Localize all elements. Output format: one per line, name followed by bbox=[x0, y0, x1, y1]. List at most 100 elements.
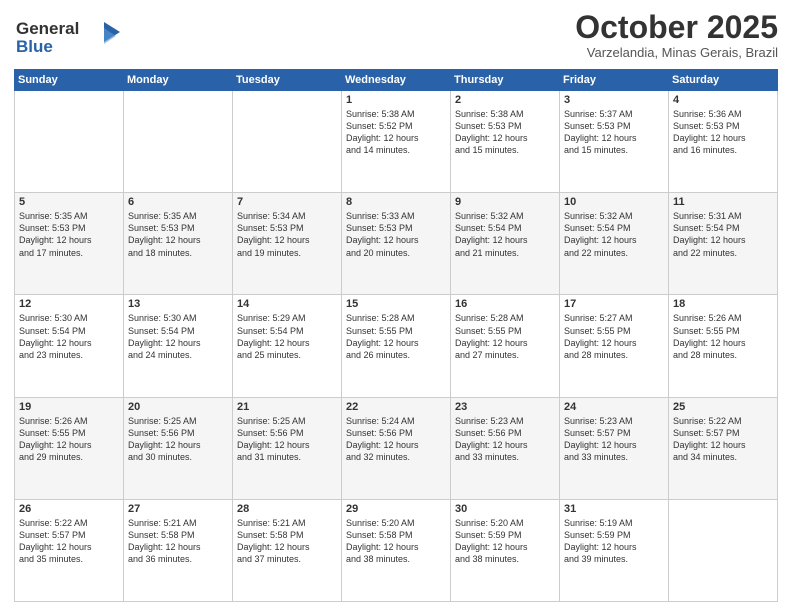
day-number: 26 bbox=[19, 503, 119, 515]
day-number: 10 bbox=[564, 196, 664, 208]
calendar-header-row: SundayMondayTuesdayWednesdayThursdayFrid… bbox=[15, 70, 778, 91]
calendar-cell: 8 Sunrise: 5:33 AM Sunset: 5:53 PM Daylig… bbox=[342, 193, 451, 295]
calendar-cell: 19 Sunrise: 5:26 AM Sunset: 5:55 PM Dayli… bbox=[15, 397, 124, 499]
cell-content: Sunrise: 5:28 AM Sunset: 5:55 PM Dayligh… bbox=[455, 312, 555, 361]
cell-content: Sunrise: 5:23 AM Sunset: 5:56 PM Dayligh… bbox=[455, 415, 555, 464]
cell-content: Sunrise: 5:37 AM Sunset: 5:53 PM Dayligh… bbox=[564, 108, 664, 157]
calendar-cell: 9 Sunrise: 5:32 AM Sunset: 5:54 PM Daylig… bbox=[451, 193, 560, 295]
day-header-wednesday: Wednesday bbox=[342, 70, 451, 91]
location: Varzelandia, Minas Gerais, Brazil bbox=[575, 45, 778, 60]
day-number: 1 bbox=[346, 94, 446, 106]
day-number: 3 bbox=[564, 94, 664, 106]
calendar-cell: 11 Sunrise: 5:31 AM Sunset: 5:54 PM Dayli… bbox=[669, 193, 778, 295]
day-number: 15 bbox=[346, 298, 446, 310]
calendar-cell: 20Sunrise: 5:25 AM Sunset: 5:56 PM Dayli… bbox=[124, 397, 233, 499]
calendar-cell: 16 Sunrise: 5:28 AM Sunset: 5:55 PM Dayli… bbox=[451, 295, 560, 397]
day-header-thursday: Thursday bbox=[451, 70, 560, 91]
cell-content: Sunrise: 5:35 AM Sunset: 5:53 PM Dayligh… bbox=[128, 210, 228, 259]
calendar-cell: 25 Sunrise: 5:22 AM Sunset: 5:57 PM Dayli… bbox=[669, 397, 778, 499]
cell-content: Sunrise: 5:38 AM Sunset: 5:53 PM Dayligh… bbox=[455, 108, 555, 157]
cell-content: Sunrise: 5:21 AM Sunset: 5:58 PM Dayligh… bbox=[237, 517, 337, 566]
cell-content: Sunrise: 5:31 AM Sunset: 5:54 PM Dayligh… bbox=[673, 210, 773, 259]
day-number: 22 bbox=[346, 401, 446, 413]
calendar-cell: 2 Sunrise: 5:38 AM Sunset: 5:53 PM Daylig… bbox=[451, 91, 560, 193]
calendar-cell bbox=[124, 91, 233, 193]
cell-content: Sunrise: 5:30 AM Sunset: 5:54 PM Dayligh… bbox=[19, 312, 119, 361]
calendar-cell: 30Sunrise: 5:20 AM Sunset: 5:59 PM Dayli… bbox=[451, 499, 560, 601]
cell-content: Sunrise: 5:32 AM Sunset: 5:54 PM Dayligh… bbox=[564, 210, 664, 259]
day-number: 25 bbox=[673, 401, 773, 413]
calendar-cell: 27 Sunrise: 5:21 AM Sunset: 5:58 PM Dayli… bbox=[124, 499, 233, 601]
calendar-cell: 24 Sunrise: 5:23 AM Sunset: 5:57 PM Dayli… bbox=[560, 397, 669, 499]
cell-content: Sunrise: 5:19 AM Sunset: 5:59 PM Dayligh… bbox=[564, 517, 664, 566]
calendar-cell: 14 Sunrise: 5:29 AM Sunset: 5:54 PM Dayli… bbox=[233, 295, 342, 397]
title-block: October 2025 Varzelandia, Minas Gerais, … bbox=[575, 10, 778, 60]
month-title: October 2025 bbox=[575, 10, 778, 45]
calendar-cell: 13 Sunrise: 5:30 AM Sunset: 5:54 PM Dayli… bbox=[124, 295, 233, 397]
calendar-cell: 3 Sunrise: 5:37 AM Sunset: 5:53 PM Daylig… bbox=[560, 91, 669, 193]
cell-content: Sunrise: 5:23 AM Sunset: 5:57 PM Dayligh… bbox=[564, 415, 664, 464]
cell-content: Sunrise: 5:30 AM Sunset: 5:54 PM Dayligh… bbox=[128, 312, 228, 361]
calendar-cell: 1Sunrise: 5:38 AM Sunset: 5:52 PM Daylig… bbox=[342, 91, 451, 193]
day-number: 24 bbox=[564, 401, 664, 413]
day-number: 19 bbox=[19, 401, 119, 413]
page: General Blue October 2025 Varzelandia, M… bbox=[0, 0, 792, 612]
day-number: 7 bbox=[237, 196, 337, 208]
svg-text:Blue: Blue bbox=[16, 37, 53, 56]
cell-content: Sunrise: 5:20 AM Sunset: 5:58 PM Dayligh… bbox=[346, 517, 446, 566]
cell-content: Sunrise: 5:36 AM Sunset: 5:53 PM Dayligh… bbox=[673, 108, 773, 157]
calendar-cell bbox=[233, 91, 342, 193]
cell-content: Sunrise: 5:26 AM Sunset: 5:55 PM Dayligh… bbox=[673, 312, 773, 361]
day-number: 31 bbox=[564, 503, 664, 515]
cell-content: Sunrise: 5:21 AM Sunset: 5:58 PM Dayligh… bbox=[128, 517, 228, 566]
cell-content: Sunrise: 5:22 AM Sunset: 5:57 PM Dayligh… bbox=[19, 517, 119, 566]
day-number: 12 bbox=[19, 298, 119, 310]
day-header-monday: Monday bbox=[124, 70, 233, 91]
day-number: 4 bbox=[673, 94, 773, 106]
day-number: 11 bbox=[673, 196, 773, 208]
calendar-cell: 28 Sunrise: 5:21 AM Sunset: 5:58 PM Dayli… bbox=[233, 499, 342, 601]
cell-content: Sunrise: 5:24 AM Sunset: 5:56 PM Dayligh… bbox=[346, 415, 446, 464]
cell-content: Sunrise: 5:25 AM Sunset: 5:56 PM Dayligh… bbox=[128, 415, 228, 464]
cell-content: Sunrise: 5:25 AM Sunset: 5:56 PM Dayligh… bbox=[237, 415, 337, 464]
day-number: 16 bbox=[455, 298, 555, 310]
cell-content: Sunrise: 5:22 AM Sunset: 5:57 PM Dayligh… bbox=[673, 415, 773, 464]
day-header-tuesday: Tuesday bbox=[233, 70, 342, 91]
calendar-cell: 15 Sunrise: 5:28 AM Sunset: 5:55 PM Dayli… bbox=[342, 295, 451, 397]
day-number: 28 bbox=[237, 503, 337, 515]
calendar-cell: 17Sunrise: 5:27 AM Sunset: 5:55 PM Dayli… bbox=[560, 295, 669, 397]
cell-content: Sunrise: 5:35 AM Sunset: 5:53 PM Dayligh… bbox=[19, 210, 119, 259]
day-number: 23 bbox=[455, 401, 555, 413]
cell-content: Sunrise: 5:29 AM Sunset: 5:54 PM Dayligh… bbox=[237, 312, 337, 361]
day-number: 18 bbox=[673, 298, 773, 310]
day-number: 6 bbox=[128, 196, 228, 208]
cell-content: Sunrise: 5:27 AM Sunset: 5:55 PM Dayligh… bbox=[564, 312, 664, 361]
day-number: 5 bbox=[19, 196, 119, 208]
day-number: 13 bbox=[128, 298, 228, 310]
day-number: 14 bbox=[237, 298, 337, 310]
logo-text-block: General Blue bbox=[14, 14, 124, 63]
calendar-cell: 7Sunrise: 5:34 AM Sunset: 5:53 PM Daylig… bbox=[233, 193, 342, 295]
cell-content: Sunrise: 5:33 AM Sunset: 5:53 PM Dayligh… bbox=[346, 210, 446, 259]
day-number: 8 bbox=[346, 196, 446, 208]
calendar-cell: 6 Sunrise: 5:35 AM Sunset: 5:53 PM Daylig… bbox=[124, 193, 233, 295]
calendar-week-0: 1Sunrise: 5:38 AM Sunset: 5:52 PM Daylig… bbox=[15, 91, 778, 193]
day-header-friday: Friday bbox=[560, 70, 669, 91]
day-header-saturday: Saturday bbox=[669, 70, 778, 91]
day-number: 2 bbox=[455, 94, 555, 106]
calendar-week-2: 12 Sunrise: 5:30 AM Sunset: 5:54 PM Dayli… bbox=[15, 295, 778, 397]
calendar-cell bbox=[669, 499, 778, 601]
day-number: 9 bbox=[455, 196, 555, 208]
calendar-cell: 23 Sunrise: 5:23 AM Sunset: 5:56 PM Dayli… bbox=[451, 397, 560, 499]
calendar-cell: 4 Sunrise: 5:36 AM Sunset: 5:53 PM Daylig… bbox=[669, 91, 778, 193]
day-number: 27 bbox=[128, 503, 228, 515]
cell-content: Sunrise: 5:20 AM Sunset: 5:59 PM Dayligh… bbox=[455, 517, 555, 566]
svg-text:General: General bbox=[16, 19, 79, 38]
day-header-sunday: Sunday bbox=[15, 70, 124, 91]
header: General Blue October 2025 Varzelandia, M… bbox=[14, 10, 778, 63]
cell-content: Sunrise: 5:28 AM Sunset: 5:55 PM Dayligh… bbox=[346, 312, 446, 361]
calendar-cell: 31 Sunrise: 5:19 AM Sunset: 5:59 PM Dayli… bbox=[560, 499, 669, 601]
calendar-cell: 12 Sunrise: 5:30 AM Sunset: 5:54 PM Dayli… bbox=[15, 295, 124, 397]
cell-content: Sunrise: 5:32 AM Sunset: 5:54 PM Dayligh… bbox=[455, 210, 555, 259]
cell-content: Sunrise: 5:26 AM Sunset: 5:55 PM Dayligh… bbox=[19, 415, 119, 464]
